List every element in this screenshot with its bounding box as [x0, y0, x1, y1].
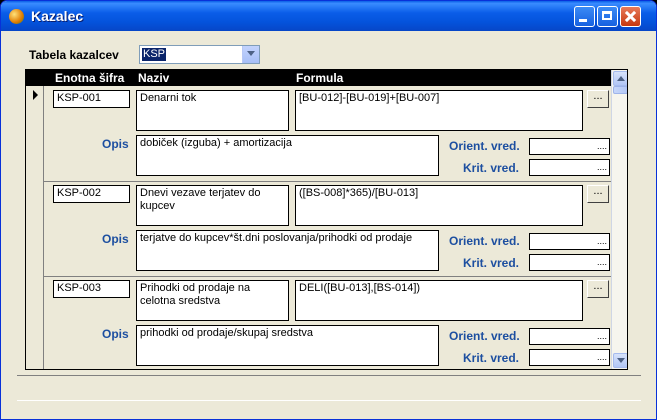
record-selector[interactable] [26, 86, 44, 180]
formula-builder-button[interactable]: ... [587, 280, 609, 298]
orient-label: Orient. vred. [449, 234, 520, 248]
code-field[interactable]: KSP-002 [53, 185, 130, 203]
opis-label: Opis [102, 232, 129, 246]
orient-field[interactable]: .... [529, 138, 610, 155]
maximize-button[interactable] [597, 6, 618, 27]
orient-field[interactable]: .... [529, 233, 610, 250]
current-record-arrow-icon [33, 90, 38, 100]
krit-label: Krit. vred. [463, 161, 520, 175]
column-header-row: Enotna šifra Naziv Formula [26, 70, 611, 86]
krit-field[interactable]: .... [529, 159, 610, 176]
krit-dots: .... [596, 352, 607, 362]
orient-dots: .... [596, 331, 607, 341]
column-header-formula: Formula [296, 71, 344, 85]
name-field[interactable]: Dnevi vezave terjatev do kupcev [136, 185, 289, 226]
column-header-name: Naziv [138, 71, 170, 85]
opis-field[interactable]: dobiček (izguba) + amortizacija [136, 135, 439, 176]
record-row: KSP-002 Dnevi vezave terjatev do kupcev([… [26, 181, 611, 277]
app-icon [9, 9, 24, 24]
formula-field[interactable]: [BU-012]-[BU-019]+[BU-007] [295, 90, 583, 131]
opis-field[interactable]: terjatve do kupcev*št.dni poslovanja/pri… [136, 230, 439, 271]
record-selector[interactable] [26, 181, 44, 275]
table-filter-label: Tabela kazalcev [29, 48, 119, 62]
record-selector[interactable] [26, 276, 44, 369]
scroll-down-icon[interactable] [613, 353, 627, 368]
scroll-thumb[interactable] [613, 86, 627, 94]
record-row: KSP-001 Denarni tok [BU-012]-[BU-019]+[BU-… [26, 86, 611, 182]
orient-dots: .... [596, 141, 607, 151]
chevron-down-icon[interactable] [242, 46, 259, 63]
opis-label: Opis [102, 327, 129, 341]
formula-builder-button[interactable]: ... [587, 185, 609, 203]
vertical-scrollbar[interactable] [611, 70, 627, 369]
name-field[interactable]: Prihodki od prodaje na celotna sredstva [136, 280, 289, 321]
opis-label: Opis [102, 137, 129, 151]
orient-dots: .... [596, 236, 607, 246]
krit-label: Krit. vred. [463, 256, 520, 270]
orient-label: Orient. vred. [449, 139, 520, 153]
scroll-up-icon[interactable] [613, 71, 627, 86]
status-bar [17, 375, 641, 401]
krit-field[interactable]: .... [529, 349, 610, 366]
minimize-button[interactable] [574, 6, 595, 27]
name-field[interactable]: Denarni tok [136, 90, 289, 131]
table-filter-value: KSP [142, 48, 167, 61]
formula-field[interactable]: DELI([BU-013],[BS-014]) [295, 280, 583, 321]
column-header-code: Enotna šifra [55, 71, 125, 85]
krit-dots: .... [596, 162, 607, 172]
formula-field[interactable]: ([BS-008]*365)/[BU-013] [295, 185, 583, 226]
code-field[interactable]: KSP-001 [53, 90, 130, 108]
formula-builder-button[interactable]: ... [587, 90, 609, 108]
title-bar[interactable]: Kazalec [1, 1, 656, 31]
close-button[interactable] [620, 6, 641, 27]
code-field[interactable]: KSP-003 [53, 280, 130, 298]
window-title: Kazalec [31, 8, 84, 24]
record-row: KSP-003 Prihodki od prodaje na celotna sr… [26, 276, 611, 369]
krit-field[interactable]: .... [529, 254, 610, 271]
krit-label: Krit. vred. [463, 351, 520, 365]
orient-label: Orient. vred. [449, 329, 520, 343]
table-filter-combo[interactable]: KSP [139, 45, 260, 64]
records-grid: Enotna šifra Naziv Formula KSP-001 Denarn… [25, 69, 628, 370]
orient-field[interactable]: .... [529, 328, 610, 345]
opis-field[interactable]: prihodki od prodaje/skupaj sredstva [136, 325, 439, 366]
kazalec-window: Kazalec Tabela kazalcev KSP Enotna šifra… [0, 0, 657, 420]
krit-dots: .... [596, 257, 607, 267]
